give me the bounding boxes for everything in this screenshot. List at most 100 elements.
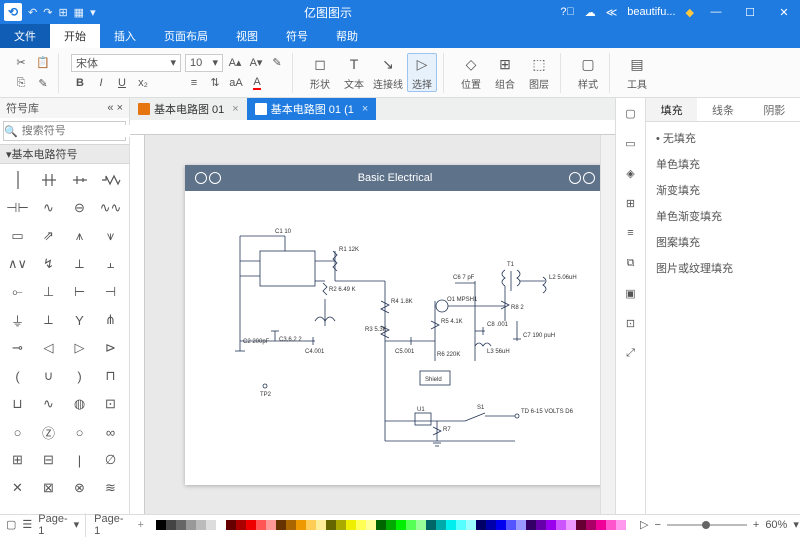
color-swatch[interactable] xyxy=(426,520,436,530)
symbol-item[interactable]: ⟂ xyxy=(33,306,64,334)
symbol-item[interactable] xyxy=(64,166,95,194)
add-page-icon[interactable]: + xyxy=(132,519,150,531)
color-swatch[interactable] xyxy=(536,520,546,530)
grow-font-icon[interactable]: A▴ xyxy=(226,54,244,72)
drawing-page[interactable]: Basic Electrical C1 10 R1 12K R2 6.49 K xyxy=(185,165,600,485)
zoom-slider[interactable] xyxy=(667,524,747,526)
scrollbar-vertical[interactable] xyxy=(600,135,615,514)
prop-tab-shadow[interactable]: 阴影 xyxy=(749,98,800,121)
align-icon[interactable]: ⊞ xyxy=(622,194,640,212)
symbol-item[interactable]: ⊓ xyxy=(95,362,126,390)
symbol-item[interactable]: ∞ xyxy=(95,418,126,446)
symbol-item[interactable]: ⏚ xyxy=(2,306,33,334)
symbol-item[interactable]: ⊠ xyxy=(33,474,64,502)
italic-icon[interactable]: I xyxy=(92,74,110,92)
color-swatch[interactable] xyxy=(316,520,326,530)
position-button[interactable]: ◇位置 xyxy=(456,54,486,91)
shrink-font-icon[interactable]: A▾ xyxy=(247,54,265,72)
symbol-search[interactable]: 🔍 ≡ xyxy=(3,121,126,141)
symlib-collapse-icon[interactable]: « × xyxy=(107,102,123,114)
color-swatch[interactable] xyxy=(456,520,466,530)
shape-button[interactable]: ◻形状 xyxy=(305,54,335,91)
symbol-item[interactable]: ⋔ xyxy=(95,306,126,334)
symbol-item[interactable]: ⇗ xyxy=(33,222,64,250)
doc-tab[interactable]: 基本电路图 01 (1× xyxy=(247,98,377,120)
symbol-item[interactable]: ▷ xyxy=(64,334,95,362)
settings-icon[interactable]: ⊡ xyxy=(622,314,640,332)
format-painter-icon[interactable]: ✎ xyxy=(34,74,52,92)
symbol-item[interactable]: ⊣ xyxy=(95,278,126,306)
symbol-item[interactable]: ⊖ xyxy=(64,194,95,222)
prop-tab-fill[interactable]: 填充 xyxy=(646,98,697,121)
symbol-item[interactable]: ∿ xyxy=(33,194,64,222)
font-family-combo[interactable]: 宋体▾ xyxy=(71,54,181,72)
color-swatch[interactable] xyxy=(156,520,166,530)
color-swatch[interactable] xyxy=(356,520,366,530)
symbol-item[interactable] xyxy=(2,166,33,194)
link-icon[interactable]: ⧉ xyxy=(622,254,640,272)
font-size-combo[interactable]: 10▾ xyxy=(185,54,223,72)
symbol-item[interactable]: ○ xyxy=(2,418,33,446)
color-swatch[interactable] xyxy=(476,520,486,530)
symbol-item[interactable]: ⊟ xyxy=(33,446,64,474)
color-swatch[interactable] xyxy=(586,520,596,530)
color-swatch[interactable] xyxy=(596,520,606,530)
color-swatch[interactable] xyxy=(166,520,176,530)
arrange-icon[interactable]: ≡ xyxy=(622,224,640,242)
menu-home[interactable]: 开始 xyxy=(50,24,100,48)
symbol-item[interactable]: ⫠ xyxy=(95,250,126,278)
cut-icon[interactable]: ✂ xyxy=(12,53,30,71)
menu-symbol[interactable]: 符号 xyxy=(272,24,322,48)
color-swatch[interactable] xyxy=(416,520,426,530)
color-swatch[interactable] xyxy=(216,520,226,530)
symbol-item[interactable]: | xyxy=(64,446,95,474)
color-swatch[interactable] xyxy=(336,520,346,530)
symbol-item[interactable]: ⊢ xyxy=(64,278,95,306)
fill-option[interactable]: 渐变填充 xyxy=(656,182,790,198)
paste-icon[interactable]: 📋 xyxy=(34,53,52,71)
image-icon[interactable]: ▣ xyxy=(622,284,640,302)
page-tab-canvas[interactable]: Page-1 xyxy=(86,513,131,537)
prop-tab-line[interactable]: 线条 xyxy=(697,98,748,121)
symbol-item[interactable]: ⊸ xyxy=(2,334,33,362)
color-swatch[interactable] xyxy=(176,520,186,530)
symbol-item[interactable]: ∅ xyxy=(95,446,126,474)
color-swatch[interactable] xyxy=(286,520,296,530)
color-swatch[interactable] xyxy=(506,520,516,530)
maximize-button[interactable]: ☐ xyxy=(738,6,762,19)
symbol-item[interactable]: ⊗ xyxy=(64,474,95,502)
symbol-item[interactable]: Ⓩ xyxy=(33,418,64,446)
fill-option[interactable]: 单色填充 xyxy=(656,156,790,172)
color-swatch[interactable] xyxy=(186,520,196,530)
symbol-item[interactable]: ⊡ xyxy=(95,390,126,418)
qat-icon[interactable]: ⊞ xyxy=(58,6,67,19)
close-tab-icon[interactable]: × xyxy=(232,103,238,115)
symbol-item[interactable]: ∪ xyxy=(33,362,64,390)
symbol-item[interactable]: ⊳ xyxy=(95,334,126,362)
symbol-item[interactable]: ▭ xyxy=(2,222,33,250)
category-label[interactable]: 基本电路符号 xyxy=(12,146,78,162)
group-button[interactable]: ⊞组合 xyxy=(490,54,520,91)
color-swatch[interactable] xyxy=(376,520,386,530)
select-button[interactable]: ▷选择 xyxy=(407,53,437,92)
symbol-item[interactable]: Y xyxy=(64,306,95,334)
bold-icon[interactable]: B xyxy=(71,74,89,92)
color-swatch[interactable] xyxy=(346,520,356,530)
color-swatch[interactable] xyxy=(246,520,256,530)
color-swatch[interactable] xyxy=(236,520,246,530)
fill-option[interactable]: 单色渐变填充 xyxy=(656,208,790,224)
color-swatch[interactable] xyxy=(546,520,556,530)
zoom-menu-icon[interactable]: ▾ xyxy=(793,518,799,531)
menu-insert[interactable]: 插入 xyxy=(100,24,150,48)
symbol-item[interactable]: ⊥ xyxy=(33,278,64,306)
color-swatch[interactable] xyxy=(366,520,376,530)
layer-button[interactable]: ⬚图层 xyxy=(524,54,554,91)
symbol-item[interactable]: ( xyxy=(2,362,33,390)
cloud-icon[interactable]: ☁ xyxy=(585,6,596,19)
color-swatch[interactable] xyxy=(266,520,276,530)
color-swatch[interactable] xyxy=(526,520,536,530)
color-swatch[interactable] xyxy=(306,520,316,530)
strike-icon[interactable]: x₂ xyxy=(134,74,152,92)
symbol-item[interactable]: ↯ xyxy=(33,250,64,278)
zoom-out-icon[interactable]: − xyxy=(654,519,660,531)
